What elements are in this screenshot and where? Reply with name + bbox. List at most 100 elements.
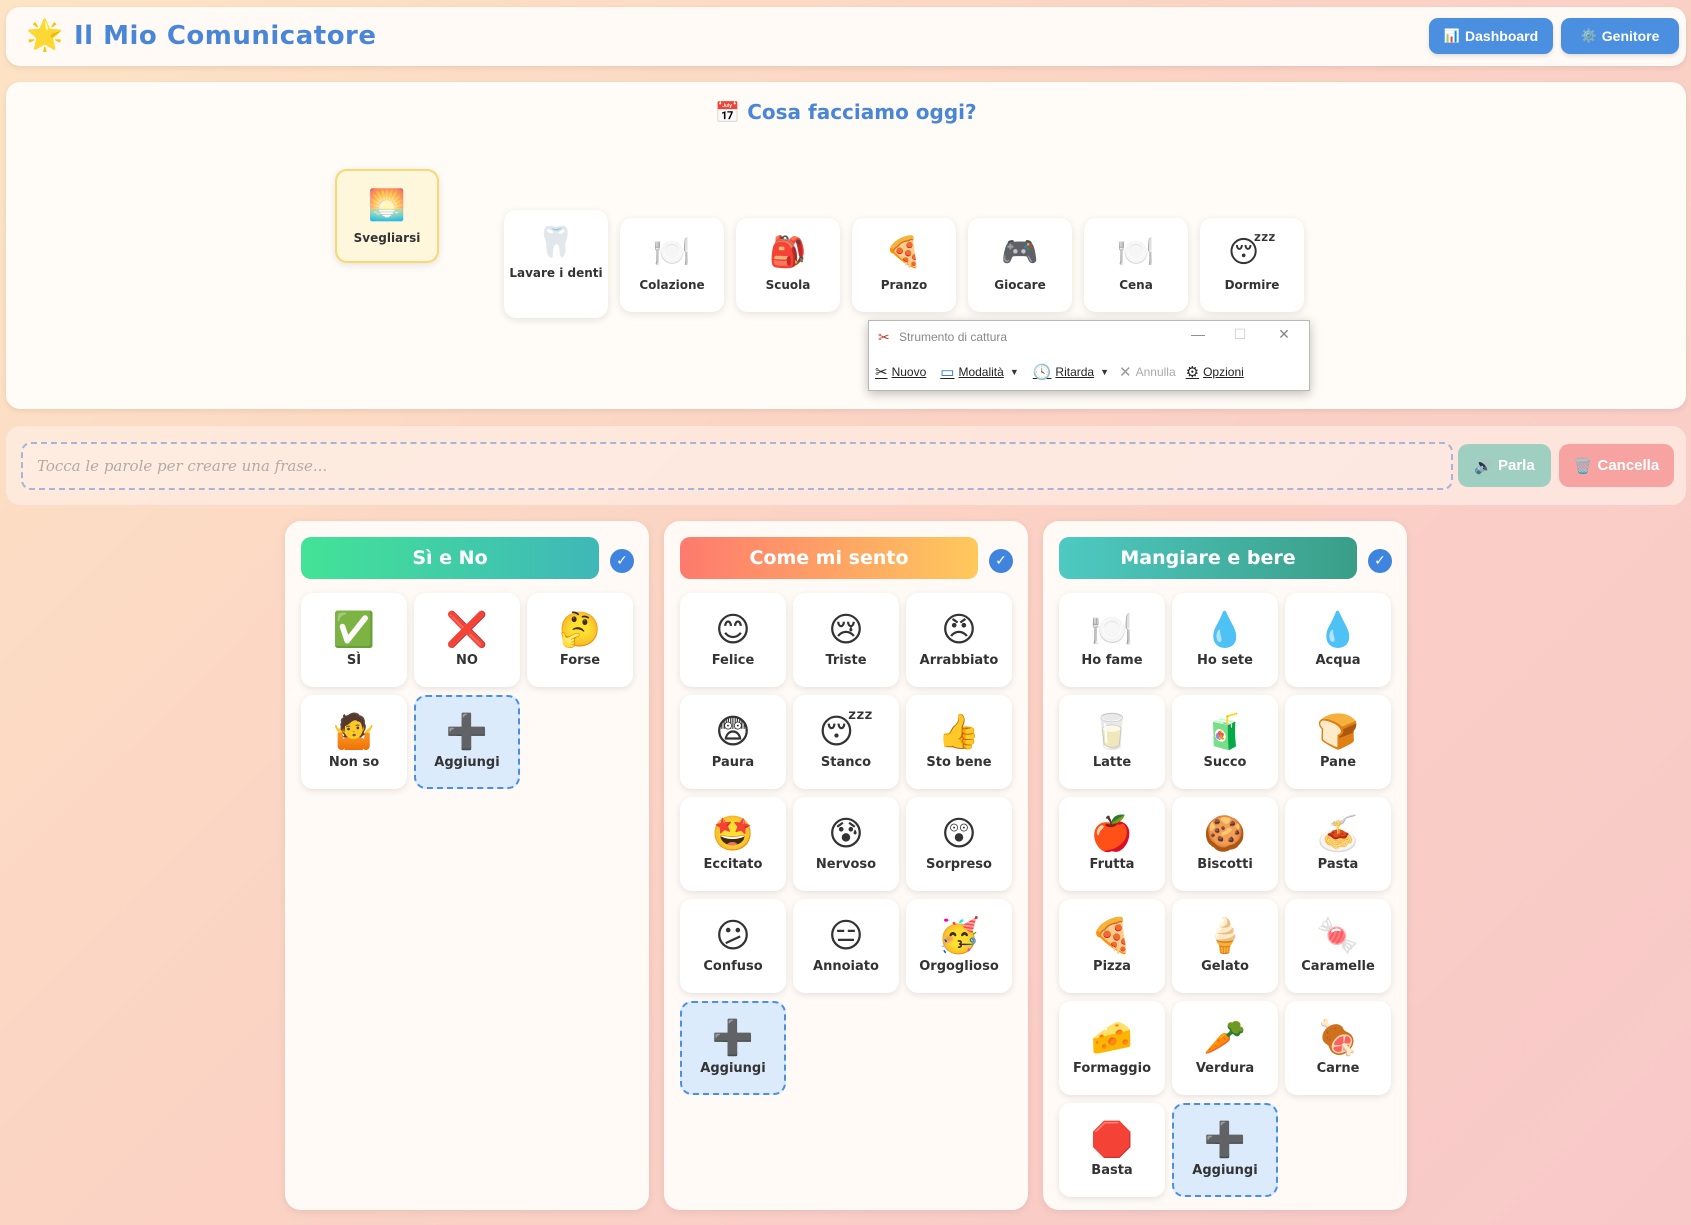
tile-label: Sorpreso	[926, 857, 992, 872]
word-tile[interactable]: 🤩 Eccitato	[680, 797, 786, 891]
word-tile[interactable]: 😑 Annoiato	[793, 899, 899, 993]
word-tile[interactable]: 🧀 Formaggio	[1059, 1001, 1165, 1095]
word-tile[interactable]: 😰 Nervoso	[793, 797, 899, 891]
close-icon[interactable]: ✕	[1273, 326, 1295, 343]
tooth-icon: 🦷	[537, 225, 575, 260]
routine-item-colazione[interactable]: 🍽️ Colazione	[620, 218, 724, 312]
minimize-icon[interactable]: —	[1187, 326, 1209, 342]
add-word-button[interactable]: ➕ Aggiungi	[414, 695, 520, 789]
routine-item-lavare-denti[interactable]: 🦷 Lavare i denti	[504, 210, 608, 318]
word-tile[interactable]: ✅ SÌ	[301, 593, 407, 687]
sunrise-icon: 🌅	[368, 188, 406, 223]
checkmark-icon[interactable]: ✓	[610, 549, 634, 573]
word-tile[interactable]: 😲 Sorpreso	[906, 797, 1012, 891]
sleeping-face-icon: 😴	[1227, 235, 1277, 270]
routine-item-dormire[interactable]: 😴 Dormire	[1200, 218, 1304, 312]
word-tile[interactable]: 🤷 Non so	[301, 695, 407, 789]
add-word-button[interactable]: ➕ Aggiungi	[680, 1001, 786, 1095]
tile-label: Caramelle	[1301, 959, 1375, 974]
sentence-input[interactable]: Tocca le parole per creare una frase...	[21, 442, 1453, 490]
droplet-icon: 💧	[1203, 610, 1247, 650]
checkmark-icon[interactable]: ✓	[989, 549, 1013, 573]
word-tile[interactable]: 😕 Confuso	[680, 899, 786, 993]
tile-label: Pasta	[1317, 857, 1359, 872]
apple-icon: 🍎	[1090, 814, 1134, 854]
tile-label: Basta	[1091, 1163, 1133, 1178]
routine-item-svegliarsi[interactable]: 🌅 Svegliarsi	[335, 169, 439, 263]
word-tile[interactable]: ❌ NO	[414, 593, 520, 687]
word-tile[interactable]: 🍞 Pane	[1285, 695, 1391, 789]
word-tile[interactable]: 🍎 Frutta	[1059, 797, 1165, 891]
word-tile[interactable]: 🍪 Biscotti	[1172, 797, 1278, 891]
snipping-tool-titlebar[interactable]: ✂ Strumento di cattura — ☐ ✕	[869, 321, 1309, 353]
plus-icon: ➕	[711, 1018, 755, 1058]
word-tile[interactable]: 🍝 Pasta	[1285, 797, 1391, 891]
word-tile[interactable]: 🥕 Verdura	[1172, 1001, 1278, 1095]
category-title[interactable]: Sì e No	[301, 537, 599, 579]
options-button[interactable]: ⚙ Opzioni	[1186, 363, 1244, 381]
checkmark-icon[interactable]: ✓	[1368, 549, 1392, 573]
word-tile[interactable]: 🍦 Gelato	[1172, 899, 1278, 993]
confused-face-icon: 😕	[715, 916, 751, 956]
category-title[interactable]: Mangiare e bere	[1059, 537, 1357, 579]
category-title[interactable]: Come mi sento	[680, 537, 978, 579]
snipping-tool-window[interactable]: ✂ Strumento di cattura — ☐ ✕ ✂ Nuovo ▭ M…	[868, 320, 1310, 391]
word-tile[interactable]: 🍬 Caramelle	[1285, 899, 1391, 993]
word-tile[interactable]: 🍖 Carne	[1285, 1001, 1391, 1095]
partying-face-icon: 🥳	[937, 916, 981, 956]
word-tile[interactable]: 😊 Felice	[680, 593, 786, 687]
word-tile[interactable]: 💧 Acqua	[1285, 593, 1391, 687]
routine-item-giocare[interactable]: 🎮 Giocare	[968, 218, 1072, 312]
clear-button[interactable]: 🗑️ Cancella	[1559, 444, 1674, 487]
parent-button[interactable]: ⚙️ Genitore	[1561, 18, 1679, 54]
chart-icon: 📊	[1443, 28, 1461, 43]
delay-button[interactable]: 🕓 Ritarda	[1033, 363, 1094, 381]
crying-face-icon: 😢	[828, 610, 864, 650]
snipping-tool-title: Strumento di cattura	[899, 330, 1008, 344]
speak-button[interactable]: 🔊 Parla	[1458, 444, 1551, 487]
new-snip-button[interactable]: ✂ Nuovo	[875, 363, 926, 381]
tile-label: Gelato	[1201, 959, 1249, 974]
word-tile[interactable]: 🥳 Orgoglioso	[906, 899, 1012, 993]
category-panel-si-e-no: Sì e No ✓ ✅ SÌ ❌ NO 🤔 Forse 🤷 Non so ➕ Aggiun…	[285, 521, 649, 1210]
routine-item-pranzo[interactable]: 🍕 Pranzo	[852, 218, 956, 312]
add-word-button[interactable]: ➕ Aggiungi	[1172, 1103, 1278, 1197]
backpack-icon: 🎒	[769, 235, 807, 270]
droplet-icon: 💧	[1316, 610, 1360, 650]
word-tile[interactable]: 😨 Paura	[680, 695, 786, 789]
scissors-icon: ✂	[878, 329, 890, 345]
pizza-icon: 🍕	[885, 235, 923, 270]
word-tile[interactable]: 💧 Ho sete	[1172, 593, 1278, 687]
word-tile[interactable]: 🧃 Succo	[1172, 695, 1278, 789]
plus-icon: ➕	[445, 712, 489, 752]
mode-button[interactable]: ▭ Modalità	[940, 363, 1004, 381]
routine-title-text: Cosa facciamo oggi?	[747, 100, 977, 124]
rectangle-mode-icon: ▭	[940, 364, 955, 381]
dashboard-button[interactable]: 📊 Dashboard	[1429, 18, 1553, 54]
tile-label: Verdura	[1195, 1061, 1255, 1076]
routine-item-scuola[interactable]: 🎒 Scuola	[736, 218, 840, 312]
word-tile[interactable]: 🥛 Latte	[1059, 695, 1165, 789]
word-tile[interactable]: 😴 Stanco	[793, 695, 899, 789]
word-tile[interactable]: 🛑 Basta	[1059, 1103, 1165, 1197]
word-tile[interactable]: 🍽️ Ho fame	[1059, 593, 1165, 687]
routine-title: 📅 Cosa facciamo oggi?	[6, 100, 1686, 124]
category-panel-mangiare-e-bere: Mangiare e bere ✓ 🍽️ Ho fame 💧 Ho sete 💧 Ac…	[1043, 521, 1407, 1210]
tile-label: NO	[456, 653, 478, 668]
word-tile[interactable]: 😠 Arrabbiato	[906, 593, 1012, 687]
plus-icon: ➕	[1203, 1120, 1247, 1160]
word-tile[interactable]: 🤔 Forse	[527, 593, 633, 687]
meat-icon: 🍖	[1316, 1018, 1360, 1058]
mode-dropdown-icon[interactable]: ▼	[1010, 367, 1019, 377]
routine-item-label: Giocare	[994, 278, 1046, 292]
word-tile[interactable]: 🍕 Pizza	[1059, 899, 1165, 993]
new-snip-label: Nuovo	[891, 365, 927, 379]
routine-item-label: Cena	[1119, 278, 1153, 292]
routine-item-cena[interactable]: 🍽️ Cena	[1084, 218, 1188, 312]
word-tile[interactable]: 👍 Sto bene	[906, 695, 1012, 789]
gear-icon: ⚙️	[1580, 28, 1597, 43]
tile-label: Annoiato	[813, 959, 879, 974]
dashboard-button-label: Dashboard	[1465, 28, 1539, 44]
word-tile[interactable]: 😢 Triste	[793, 593, 899, 687]
delay-dropdown-icon[interactable]: ▼	[1100, 367, 1109, 377]
